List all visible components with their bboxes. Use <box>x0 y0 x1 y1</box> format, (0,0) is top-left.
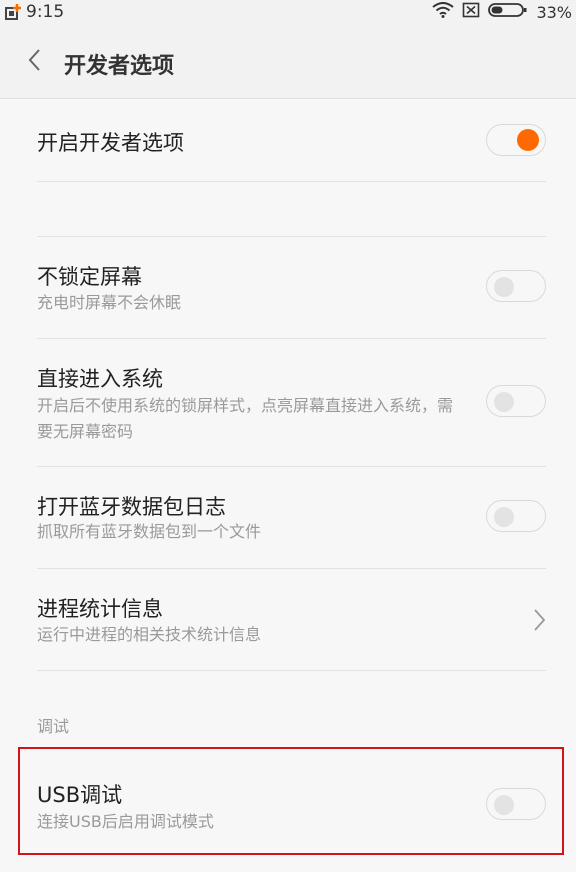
wifi-icon <box>432 2 455 22</box>
divider <box>37 181 546 182</box>
status-left: 9:15 <box>4 0 64 24</box>
toggle-knob <box>494 507 514 527</box>
enable-developer-options-toggle[interactable] <box>486 124 546 156</box>
status-bar: 9:15 33% <box>0 0 576 24</box>
page-title: 开发者选项 <box>64 54 175 79</box>
toggle-knob <box>494 392 514 412</box>
sim-off-icon <box>462 2 480 22</box>
back-button[interactable] <box>12 38 56 82</box>
stay-awake-row[interactable]: 不锁定屏幕 充电时屏幕不会休眠 <box>0 237 576 337</box>
battery-percent: 33% <box>536 2 572 22</box>
app-header: 开发者选项 <box>0 24 576 99</box>
stay-awake-toggle[interactable] <box>486 270 546 302</box>
toggle-knob <box>517 129 539 151</box>
app-notification-icon <box>4 3 22 21</box>
usb-debugging-subtitle: 连接USB后启用调试模式 <box>37 812 214 831</box>
skip-lock-screen-title: 直接进入系统 <box>37 367 163 391</box>
usb-debugging-title: USB调试 <box>37 783 123 807</box>
battery-icon <box>488 2 528 22</box>
enable-developer-options-title: 开启开发者选项 <box>37 131 184 155</box>
bluetooth-log-subtitle: 抓取所有蓝牙数据包到一个文件 <box>37 522 262 541</box>
stay-awake-title: 不锁定屏幕 <box>37 265 142 289</box>
skip-lock-screen-row[interactable]: 直接进入系统 开启后不使用系统的锁屏样式，点亮屏幕直接进入系统，需要无屏幕密码 <box>0 339 576 465</box>
divider <box>37 670 546 671</box>
process-stats-subtitle: 运行中进程的相关技术统计信息 <box>37 625 262 644</box>
process-stats-title: 进程统计信息 <box>37 597 163 621</box>
chevron-left-icon <box>28 49 40 71</box>
process-stats-row[interactable]: 进程统计信息 运行中进程的相关技术统计信息 <box>0 569 576 669</box>
section-header-debug: 调试 <box>37 717 70 736</box>
status-time: 9:15 <box>26 2 65 22</box>
skip-lock-screen-subtitle: 开启后不使用系统的锁屏样式，点亮屏幕直接进入系统，需要无屏幕密码 <box>37 396 454 441</box>
bluetooth-log-row[interactable]: 打开蓝牙数据包日志 抓取所有蓝牙数据包到一个文件 <box>0 467 576 567</box>
enable-developer-options-row[interactable]: 开启开发者选项 <box>0 99 576 183</box>
toggle-knob <box>494 795 514 815</box>
bluetooth-log-toggle[interactable] <box>486 500 546 532</box>
toggle-knob <box>494 277 514 297</box>
bluetooth-log-title: 打开蓝牙数据包日志 <box>37 495 226 519</box>
skip-lock-screen-toggle[interactable] <box>486 385 546 417</box>
usb-debugging-row[interactable]: USB调试 连接USB后启用调试模式 <box>0 750 576 854</box>
usb-debugging-toggle[interactable] <box>486 788 546 820</box>
chevron-right-icon <box>534 609 546 631</box>
stay-awake-subtitle: 充电时屏幕不会休眠 <box>37 293 182 312</box>
status-right: 33% <box>432 0 572 24</box>
